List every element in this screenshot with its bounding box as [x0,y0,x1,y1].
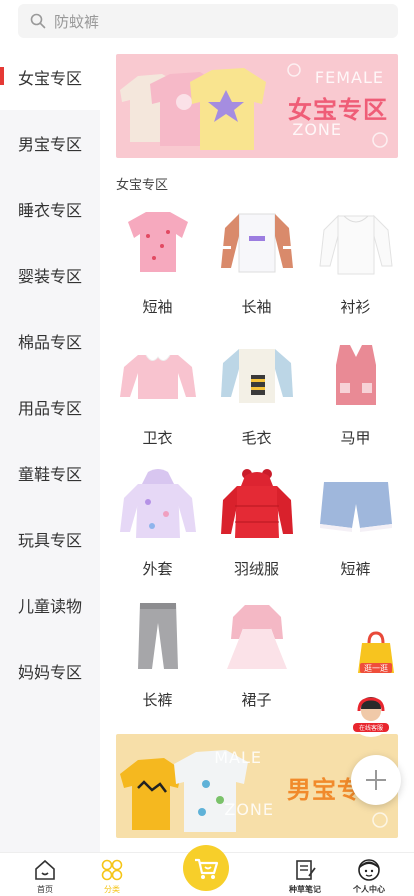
sidebar-item-label: 用品专区 [18,399,83,418]
product-tile-vest[interactable]: 马甲 [306,333,405,464]
product-tile-pants[interactable]: 长裤 [108,595,207,726]
sidebar-item-label: 睡衣专区 [18,201,83,220]
search-icon [30,13,46,29]
product-tile-jacket[interactable]: 外套 [108,464,207,595]
down-coat-icon [220,469,293,538]
page: 防蚊裤 女宝专区 男宝专区 睡衣专区 婴装专区 棉品专区 用品专区 童鞋专区 玩… [0,0,414,896]
product-label: 外套 [142,560,173,578]
customer-service-button[interactable]: 在线客服 [349,693,393,737]
sidebar-item-label: 棉品专区 [18,333,83,352]
tab-category[interactable]: 分类 [95,853,129,896]
long-sleeve-icon [220,213,293,273]
product-tile-shorts[interactable]: 短裤 [306,464,405,595]
banner-female-zone[interactable]: FEMALE 女宝专区 ZONE [116,54,398,158]
tab-notes[interactable]: 种草笔记 [284,853,326,896]
product-label: 羽绒服 [233,560,279,578]
product-label: 短袖 [142,298,173,316]
search-input[interactable]: 防蚊裤 [18,4,398,38]
category-grid-icon [101,859,123,881]
headset-agent-icon: 在线客服 [349,693,393,737]
sidebar-item-label: 儿童读物 [18,597,83,616]
shopping-bag-icon: 逛一逛 [350,627,402,679]
banner-en-subtitle: ZONE [224,800,274,819]
banner-en-title: FEMALE [314,68,384,87]
product-label: 毛衣 [241,429,272,447]
browse-float-button[interactable]: 逛一逛 [350,627,402,679]
category-sidebar: 女宝专区 男宝专区 睡衣专区 婴装专区 棉品专区 用品专区 童鞋专区 玩具专区 … [0,44,100,852]
product-tile-down-coat[interactable]: 羽绒服 [207,464,306,595]
banner-en-title: MALE [214,748,262,767]
jacket-icon [119,469,196,538]
product-label: 短裤 [340,560,371,578]
sidebar-item-label: 童鞋专区 [18,465,83,484]
sidebar-item-toys[interactable]: 玩具专区 [0,506,100,572]
sidebar-item-pajamas[interactable]: 睡衣专区 [0,176,100,242]
pants-icon [137,603,178,669]
product-label: 马甲 [340,429,371,447]
short-sleeve-icon [127,212,188,272]
product-tile-dress[interactable]: 裙子 [207,595,306,726]
product-label: 长袖 [241,298,272,316]
tab-label: 分类 [104,885,120,894]
plus-icon [366,770,386,790]
add-float-button[interactable] [351,755,401,805]
product-label: 衬衫 [340,298,371,316]
section-title: 女宝专区 [116,178,169,193]
home-icon [35,859,55,880]
search-bar: 防蚊裤 [0,0,414,44]
sidebar-item-label: 玩具专区 [18,531,83,550]
sidebar-item-supplies[interactable]: 用品专区 [0,374,100,440]
product-label: 裙子 [241,691,272,709]
sidebar-item-cotton[interactable]: 棉品专区 [0,308,100,374]
sidebar-item-mom[interactable]: 妈妈专区 [0,638,100,704]
tab-profile[interactable]: 个人中心 [348,853,390,896]
sweatshirt-icon [119,354,196,399]
search-placeholder: 防蚊裤 [54,12,100,31]
sidebar-item-label: 婴装专区 [18,267,83,286]
product-tile-long-sleeve[interactable]: 长袖 [207,202,306,333]
product-tile-short-sleeve[interactable]: 短袖 [108,202,207,333]
notes-icon [296,860,316,880]
product-tile-sweater[interactable]: 毛衣 [207,333,306,464]
sidebar-item-boys[interactable]: 男宝专区 [0,110,100,176]
service-label: 在线客服 [359,724,383,732]
shorts-icon [319,482,392,532]
avatar-icon [358,859,380,881]
sidebar-item-infant[interactable]: 婴装专区 [0,242,100,308]
tab-label: 个人中心 [353,885,385,894]
sidebar-item-shoes[interactable]: 童鞋专区 [0,440,100,506]
tab-cart[interactable] [183,845,229,891]
banner-en-subtitle: ZONE [292,120,342,139]
cart-icon [195,858,219,879]
vest-icon [335,345,376,405]
product-label: 长裤 [142,691,173,709]
tab-label: 种草笔记 [289,885,321,894]
sidebar-item-label: 女宝专区 [18,69,83,88]
dress-icon [226,605,287,669]
sidebar-item-label: 妈妈专区 [18,663,83,682]
tab-label: 首页 [37,885,53,894]
sidebar-item-girls[interactable]: 女宝专区 [0,44,100,110]
bottom-tab-bar: 首页 分类 种草笔记 个人中心 [0,845,414,896]
product-tile-shirt[interactable]: 衬衫 [306,202,405,333]
sweater-icon [220,349,293,403]
shirt-icon [318,214,393,275]
product-tile-sweatshirt[interactable]: 卫衣 [108,333,207,464]
browse-label: 逛一逛 [364,663,388,673]
tab-home[interactable]: 首页 [28,853,62,896]
sidebar-item-label: 男宝专区 [18,135,83,154]
product-label: 卫衣 [142,429,173,447]
sidebar-item-books[interactable]: 儿童读物 [0,572,100,638]
